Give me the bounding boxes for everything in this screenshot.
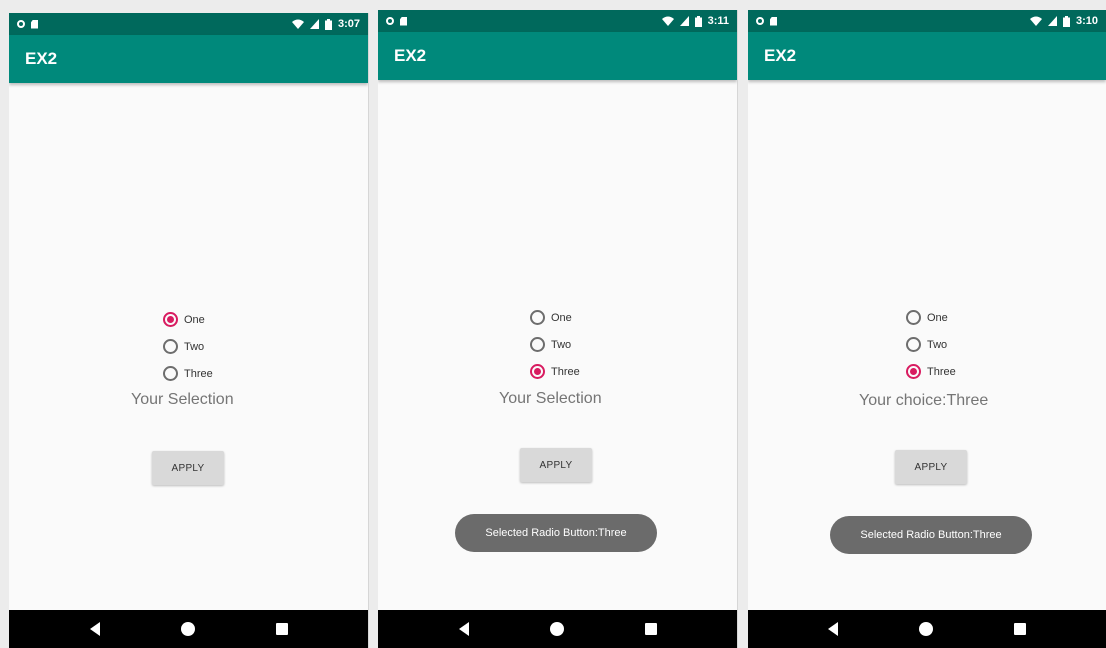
- status-time: 3:07: [337, 18, 360, 30]
- radio-group: One Two Three: [530, 304, 580, 385]
- radio-label-three: Three: [184, 367, 213, 380]
- status-bar-right: 3:11: [661, 15, 729, 27]
- toast-message: Selected Radio Button:Three: [455, 514, 657, 552]
- radio-option-one[interactable]: One: [906, 304, 956, 331]
- wifi-icon: [291, 19, 304, 29]
- phone-screen-3: 3:10 EX2 One Two Three Your choice:Three…: [748, 10, 1106, 648]
- back-icon[interactable]: [828, 622, 839, 636]
- radio-label-three: Three: [927, 365, 956, 378]
- radio-option-three[interactable]: Three: [906, 358, 956, 385]
- radio-button-checked[interactable]: [530, 364, 545, 379]
- content-area: One Two Three Your Selection APPLY Selec…: [378, 80, 737, 610]
- content-area: One Two Three Your choice:Three APPLY Se…: [748, 80, 1106, 610]
- recents-icon[interactable]: [275, 623, 288, 635]
- status-time: 3:10: [1075, 15, 1098, 27]
- status-bar-right: 3:10: [1029, 15, 1098, 27]
- radio-button[interactable]: [163, 366, 178, 381]
- back-icon[interactable]: [89, 622, 100, 636]
- radio-button[interactable]: [530, 310, 545, 325]
- navigation-bar: [748, 610, 1106, 648]
- status-bar: 3:07: [9, 13, 368, 35]
- toast-message: Selected Radio Button:Three: [830, 516, 1032, 554]
- circle-notification-icon: [17, 20, 25, 28]
- home-icon[interactable]: [918, 622, 933, 636]
- navigation-bar: [378, 610, 737, 648]
- radio-label-two: Two: [927, 338, 948, 351]
- radio-button[interactable]: [906, 310, 921, 325]
- status-bar-left: [386, 16, 407, 26]
- radio-group: One Two Three: [163, 306, 213, 387]
- app-title: EX2: [764, 46, 797, 65]
- selection-text: Your Selection: [131, 391, 234, 408]
- radio-option-two[interactable]: Two: [530, 331, 580, 358]
- radio-label-one: One: [551, 311, 572, 324]
- battery-icon: [694, 15, 702, 27]
- app-bar: EX2: [748, 32, 1106, 80]
- radio-button-checked[interactable]: [906, 364, 921, 379]
- radio-option-three[interactable]: Three: [163, 360, 213, 387]
- phone-screen-2: 3:11 EX2 One Two Three Your Selection AP…: [378, 10, 738, 648]
- app-bar: EX2: [9, 35, 368, 83]
- radio-label-one: One: [184, 313, 205, 326]
- radio-label-three: Three: [551, 365, 580, 378]
- selection-text: Your Selection: [499, 390, 602, 407]
- status-bar-right: 3:07: [291, 18, 360, 30]
- status-bar-left: [17, 19, 38, 29]
- app-title: EX2: [25, 49, 58, 68]
- radio-label-two: Two: [551, 338, 572, 351]
- status-bar: 3:10: [748, 10, 1106, 32]
- recents-icon[interactable]: [644, 623, 657, 635]
- wifi-icon: [1029, 16, 1042, 26]
- radio-label-two: Two: [184, 340, 205, 353]
- home-icon[interactable]: [180, 622, 195, 636]
- signal-icon: [309, 19, 319, 29]
- sd-card-icon: [31, 19, 38, 29]
- circle-notification-icon: [386, 17, 394, 25]
- battery-icon: [1062, 15, 1070, 27]
- sd-card-icon: [770, 16, 777, 26]
- navigation-bar: [9, 610, 368, 648]
- status-bar: 3:11: [378, 10, 737, 32]
- apply-button[interactable]: APPLY: [520, 448, 592, 482]
- radio-button[interactable]: [906, 337, 921, 352]
- apply-button[interactable]: APPLY: [152, 451, 224, 485]
- radio-label-one: One: [927, 311, 948, 324]
- status-time: 3:11: [707, 15, 729, 27]
- signal-icon: [1047, 16, 1057, 26]
- back-icon[interactable]: [458, 622, 469, 636]
- radio-button[interactable]: [530, 337, 545, 352]
- battery-icon: [324, 18, 332, 30]
- content-area: One Two Three Your Selection APPLY: [9, 83, 368, 610]
- radio-option-one[interactable]: One: [530, 304, 580, 331]
- radio-button[interactable]: [163, 339, 178, 354]
- radio-group: One Two Three: [906, 304, 956, 385]
- phone-screen-1: 3:07 EX2 One Two Three Your Selection AP…: [9, 13, 369, 648]
- status-bar-left: [756, 16, 777, 26]
- recents-icon[interactable]: [1013, 623, 1026, 635]
- radio-option-three[interactable]: Three: [530, 358, 580, 385]
- radio-button-checked[interactable]: [163, 312, 178, 327]
- wifi-icon: [661, 16, 674, 26]
- signal-icon: [679, 16, 689, 26]
- sd-card-icon: [400, 16, 407, 26]
- radio-option-two[interactable]: Two: [163, 333, 213, 360]
- selection-text: Your choice:Three: [859, 392, 989, 409]
- radio-option-one[interactable]: One: [163, 306, 213, 333]
- radio-option-two[interactable]: Two: [906, 331, 956, 358]
- home-icon[interactable]: [549, 622, 564, 636]
- app-title: EX2: [394, 46, 427, 65]
- apply-button[interactable]: APPLY: [895, 450, 967, 484]
- app-bar: EX2: [378, 32, 737, 80]
- circle-notification-icon: [756, 17, 764, 25]
